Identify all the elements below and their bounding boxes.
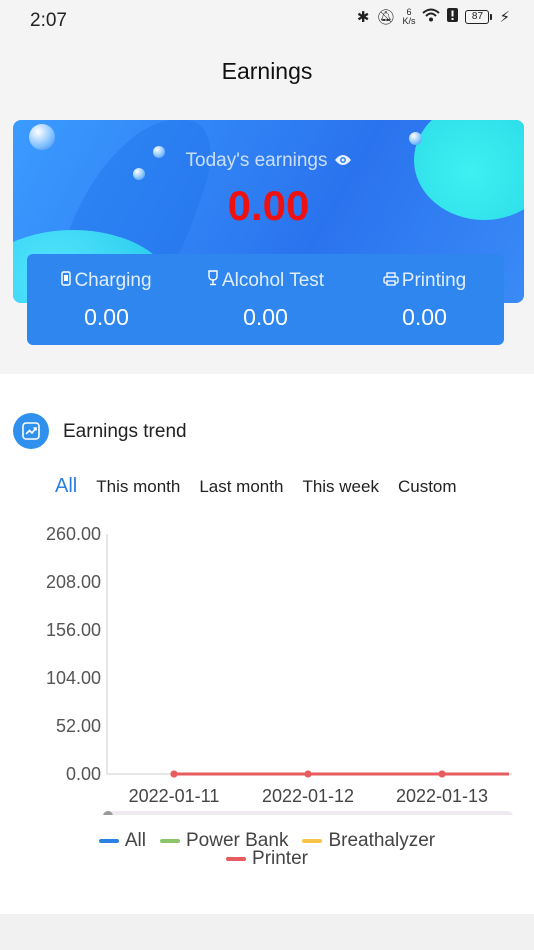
stat-value: 0.00 bbox=[243, 304, 288, 330]
stat-alcohol-test: Alcohol Test 0.00 bbox=[191, 254, 341, 345]
stat-label: Charging bbox=[74, 270, 152, 291]
network-speed-unit: K/s bbox=[402, 16, 416, 26]
earnings-breakdown: Charging 0.00 Alcohol Test 0.00 Printing… bbox=[27, 254, 504, 345]
legend-swatch bbox=[226, 857, 247, 861]
stat-printing: Printing 0.00 bbox=[350, 254, 500, 345]
legend-item-printer[interactable]: Printer bbox=[226, 848, 308, 870]
battery-level: 87 bbox=[465, 10, 490, 24]
todays-earnings-amount: 0.00 bbox=[227, 182, 310, 229]
y-tick-label: 52.00 bbox=[56, 716, 101, 736]
legend-label: Printer bbox=[252, 848, 308, 869]
x-tick-label: 2022-01-11 bbox=[129, 786, 220, 806]
printer-icon bbox=[383, 270, 399, 292]
legend-item-all[interactable]: All bbox=[98, 830, 146, 852]
card-bubble bbox=[409, 132, 422, 145]
x-tick-label: 2022-01-13 bbox=[396, 786, 488, 806]
data-point bbox=[438, 770, 446, 778]
chart-legend: All Power Bank Breathalyzer Printer bbox=[0, 830, 534, 870]
card-bubble bbox=[29, 124, 55, 150]
battery-icon: 87 bbox=[465, 10, 493, 24]
todays-earnings-text: Today's earnings bbox=[185, 150, 328, 171]
tab-custom[interactable]: Custom bbox=[398, 477, 457, 497]
period-tabs: All This month Last month This week Cust… bbox=[55, 475, 476, 498]
tab-all[interactable]: All bbox=[55, 475, 77, 498]
data-point bbox=[170, 770, 178, 778]
stat-value: 0.00 bbox=[402, 304, 447, 330]
x-tick-label: 2022-01-12 bbox=[262, 786, 354, 806]
legend-item-breathalyzer[interactable]: Breathalyzer bbox=[302, 830, 435, 852]
stat-label: Alcohol Test bbox=[221, 270, 325, 291]
stat-charging: Charging 0.00 bbox=[32, 254, 182, 345]
tab-last-month[interactable]: Last month bbox=[199, 477, 283, 497]
y-tick-label: 208.00 bbox=[46, 572, 101, 592]
bottom-strip bbox=[0, 914, 534, 950]
network-speed: 6 K/s bbox=[402, 8, 415, 26]
power-bank-icon bbox=[61, 270, 72, 292]
chart-scroll-track bbox=[103, 811, 513, 815]
legend-label: All bbox=[124, 830, 146, 851]
y-tick-label: 0.00 bbox=[66, 764, 101, 784]
legend-swatch bbox=[98, 839, 119, 843]
status-icons: ✱ 🔕︎ 6 K/s 87 ⚡︎ bbox=[356, 8, 510, 27]
data-point bbox=[304, 770, 312, 778]
wine-glass-icon bbox=[207, 270, 219, 292]
alert-icon bbox=[447, 8, 459, 26]
stat-label: Printing bbox=[401, 270, 467, 291]
status-bar: 2:07 ✱ 🔕︎ 6 K/s 87 ⚡︎ bbox=[0, 0, 534, 40]
charging-bolt-icon: ⚡︎ bbox=[499, 9, 510, 26]
todays-earnings-label: Today's earnings bbox=[13, 150, 524, 172]
legend-swatch bbox=[160, 839, 180, 843]
tab-this-week[interactable]: This week bbox=[302, 477, 379, 497]
tab-this-month[interactable]: This month bbox=[96, 477, 180, 497]
legend-label: Breathalyzer bbox=[328, 830, 436, 851]
legend-swatch bbox=[302, 839, 323, 843]
status-time: 2:07 bbox=[30, 10, 67, 31]
trend-title: Earnings trend bbox=[63, 421, 187, 442]
stat-value: 0.00 bbox=[84, 304, 129, 330]
page-title: Earnings bbox=[221, 58, 313, 84]
mute-bell-icon: 🔕︎ bbox=[376, 9, 396, 26]
wifi-icon bbox=[422, 8, 441, 26]
y-tick-label: 260.00 bbox=[46, 524, 101, 544]
y-tick-label: 156.00 bbox=[46, 620, 101, 640]
y-tick-label: 104.00 bbox=[46, 668, 101, 688]
earnings-trend-chart: 0.00 52.00 104.00 156.00 208.00 260.00 2022-01… bbox=[46, 524, 513, 815]
bluetooth-icon: ✱ bbox=[356, 9, 370, 26]
trend-chart-icon bbox=[13, 413, 49, 449]
eye-icon[interactable] bbox=[334, 150, 352, 171]
